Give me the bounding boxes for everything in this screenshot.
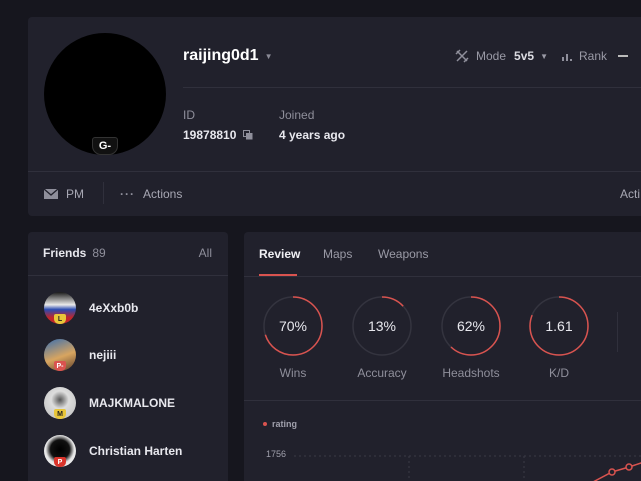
rating-legend-dot [263, 422, 267, 426]
chevron-down-icon: ▼ [540, 51, 548, 61]
collapse-icon[interactable] [618, 55, 628, 57]
accuracy-value: 13% [367, 318, 397, 334]
headshots-label: Headshots [442, 366, 500, 380]
actions-button[interactable]: ··· Actions [120, 187, 182, 201]
joined-label: Joined [279, 108, 315, 122]
rating-chart [294, 455, 641, 481]
friend-level-badge: P [54, 457, 66, 467]
divider [617, 312, 618, 352]
actions-label: Actions [143, 187, 183, 201]
rating-point [625, 463, 633, 471]
id-label: ID [183, 108, 195, 122]
friend-avatar: P- [44, 339, 76, 371]
friend-avatar: L [44, 292, 76, 324]
friend-name: 4eXxb0b [89, 301, 139, 315]
friends-count: 89 [92, 246, 106, 260]
friends-title: Friends [43, 246, 87, 260]
crossed-swords-icon [455, 49, 469, 63]
friend-level-badge: L [54, 314, 66, 324]
username-dropdown[interactable]: raijing0d1 ▼ [183, 47, 273, 65]
stats-card: Review Maps Weapons 70% Wins 13% Accurac… [244, 232, 641, 481]
friends-heading: Friends 89 [43, 246, 106, 260]
friends-card: Friends 89 All L 4eXxb0b P- nejiii M MAJK… [28, 232, 228, 481]
divider [28, 171, 641, 172]
pm-label: PM [66, 187, 84, 201]
profile-card: G- raijing0d1 ▼ Mode 5v5 ▼ Rank ID 19878… [28, 17, 641, 216]
level-badge: G- [92, 137, 118, 155]
mode-label: Mode [476, 49, 507, 63]
rating-legend-label: rating [272, 419, 298, 429]
friend-item[interactable]: P Christian Harten [44, 434, 214, 468]
mode-selector[interactable]: Mode 5v5 ▼ [455, 49, 548, 63]
copy-icon[interactable] [243, 130, 253, 140]
id-value: 19878810 [183, 128, 237, 142]
tab-review[interactable]: Review [259, 247, 300, 261]
friend-item[interactable]: L 4eXxb0b [44, 291, 214, 325]
username: raijing0d1 [183, 47, 259, 64]
kd-label: K/D [548, 366, 569, 380]
friend-level-badge: M [54, 409, 66, 419]
friend-item[interactable]: M MAJKMALONE [44, 386, 214, 420]
divider [244, 276, 641, 277]
mode-value: 5v5 [514, 49, 535, 63]
friends-all-link[interactable]: All [199, 246, 212, 260]
chevron-down-icon: ▼ [264, 51, 273, 61]
friend-name: Christian Harten [89, 444, 183, 458]
divider [183, 87, 641, 88]
bar-chart-icon [562, 54, 572, 61]
actions-right-label: Acti [620, 187, 641, 201]
envelope-icon [44, 189, 58, 199]
rank-label: Rank [579, 49, 608, 63]
divider [244, 400, 641, 401]
pm-button[interactable]: PM [44, 187, 84, 201]
accuracy-label: Accuracy [357, 366, 407, 380]
divider [28, 275, 228, 276]
friend-level-badge: P- [54, 361, 66, 371]
tab-maps[interactable]: Maps [323, 247, 352, 261]
friend-item[interactable]: P- nejiii [44, 338, 214, 372]
friend-avatar: P [44, 435, 76, 467]
wins-label: Wins [279, 366, 307, 380]
rank-selector[interactable]: Rank [561, 49, 607, 63]
friend-name: nejiii [89, 348, 117, 362]
joined-value: 4 years ago [279, 128, 346, 142]
friend-avatar: M [44, 387, 76, 419]
rating-point [608, 468, 616, 476]
headshots-value: 62% [456, 318, 486, 334]
friend-name: MAJKMALONE [89, 396, 175, 410]
divider [103, 182, 104, 204]
more-icon: ··· [120, 187, 135, 201]
tab-weapons[interactable]: Weapons [378, 247, 428, 261]
wins-value: 70% [278, 318, 308, 334]
kd-value: 1.61 [545, 318, 573, 334]
actions-right-button[interactable]: Acti [620, 187, 640, 201]
